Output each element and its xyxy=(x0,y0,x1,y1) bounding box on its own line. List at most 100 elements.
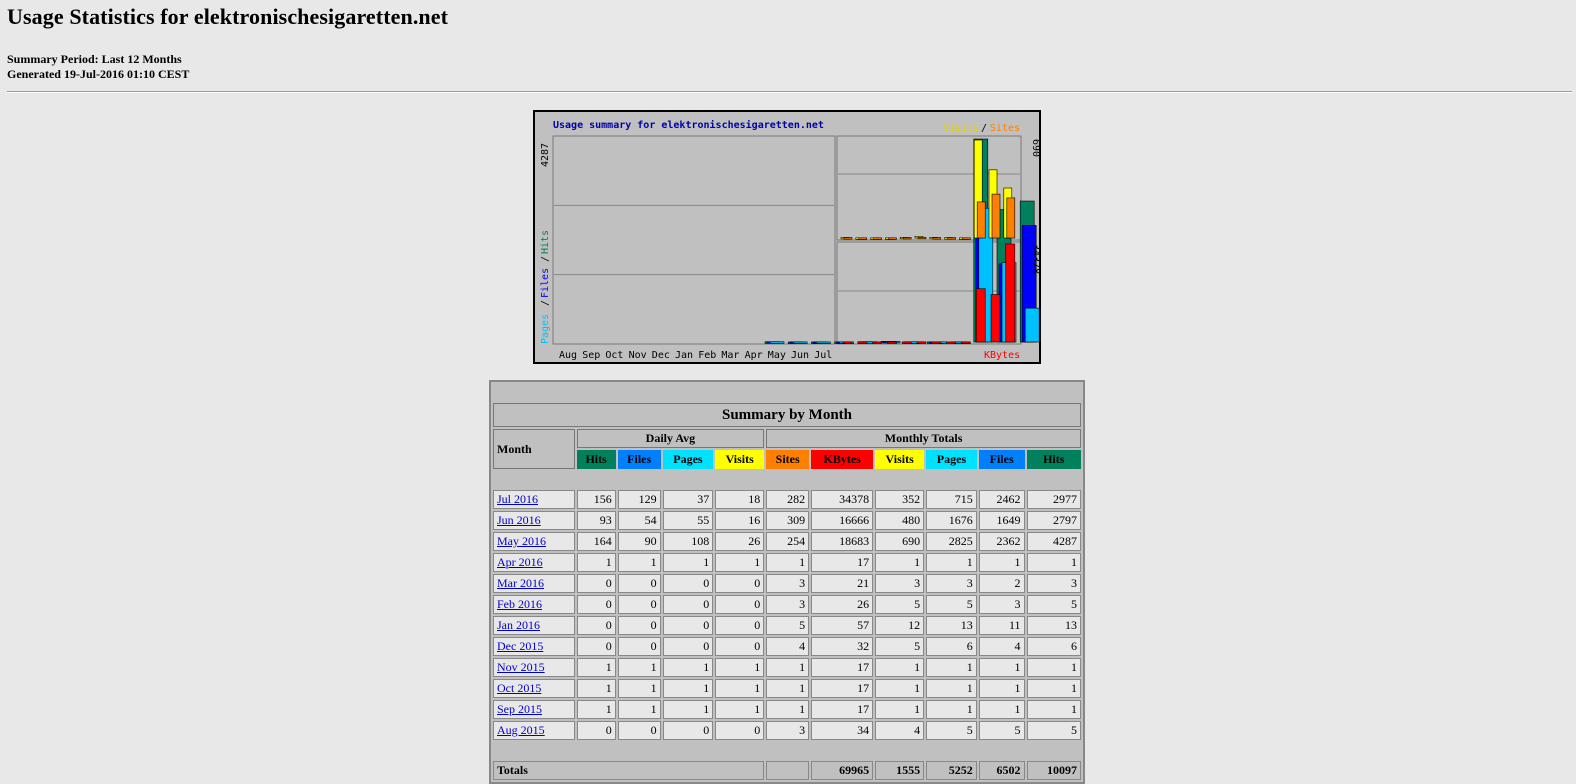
value-cell: 0 xyxy=(617,616,661,635)
month-link[interactable]: Dec 2015 xyxy=(497,639,543,653)
value-cell: 2 xyxy=(978,574,1025,593)
month-link[interactable]: Aug 2015 xyxy=(497,723,545,737)
value-cell: 1 xyxy=(978,658,1025,677)
column-header-pages: Pages xyxy=(662,450,714,469)
value-cell: 1 xyxy=(617,553,661,572)
month-label: Jul xyxy=(814,350,832,361)
value-cell: 34378 xyxy=(811,490,874,509)
value-cell: 1 xyxy=(926,700,977,719)
summary-period: Summary Period: Last 12 Months xyxy=(7,52,182,66)
kbytes-bar xyxy=(857,341,868,344)
generated-date: Generated 19-Jul-2016 01:10 CEST xyxy=(7,67,190,81)
month-link[interactable]: May 2016 xyxy=(497,534,546,548)
sites-bar xyxy=(843,237,853,240)
value-cell: 1649 xyxy=(978,511,1025,530)
value-cell: 1 xyxy=(576,700,616,719)
value-cell: 13 xyxy=(1026,616,1081,635)
month-cell: Jan 2016 xyxy=(493,616,575,635)
value-cell: 0 xyxy=(576,574,616,593)
month-cell: Sep 2015 xyxy=(493,700,575,719)
sites-bar xyxy=(873,237,882,240)
month-link[interactable]: Jul 2016 xyxy=(497,492,538,506)
value-cell: 1 xyxy=(1026,679,1081,698)
value-cell: 1 xyxy=(576,658,616,677)
value-cell: 1 xyxy=(576,679,616,698)
value-cell: 5 xyxy=(875,637,925,656)
value-cell: 2797 xyxy=(1026,511,1081,530)
value-cell: 1 xyxy=(766,553,810,572)
value-cell: 282 xyxy=(766,490,810,509)
totals-row: Totals 69965 1555 5252 6502 10097 xyxy=(493,761,1081,780)
value-cell: 0 xyxy=(576,637,616,656)
month-link[interactable]: Feb 2016 xyxy=(497,597,542,611)
month-link[interactable]: Sep 2015 xyxy=(497,702,542,716)
value-cell: 0 xyxy=(576,616,616,635)
totals-value: 69965 xyxy=(811,761,874,780)
totals-value: 1555 xyxy=(875,761,925,780)
value-cell: 156 xyxy=(576,490,616,509)
graph-title: Usage summary for elektronischesigarette… xyxy=(553,119,824,131)
legend-visits: Visits xyxy=(943,123,979,134)
kbytes-bar xyxy=(946,341,956,344)
axis-label-pages: Pages xyxy=(540,314,551,344)
value-cell: 54 xyxy=(617,511,661,530)
value-cell: 1 xyxy=(766,658,810,677)
month-link[interactable]: Jan 2016 xyxy=(497,618,540,632)
totals-label: Totals xyxy=(493,761,765,780)
value-cell: 6 xyxy=(926,637,977,656)
hits-panel xyxy=(552,135,836,345)
sites-bar xyxy=(858,237,868,240)
value-cell: 3 xyxy=(766,595,810,614)
kbytes-bar xyxy=(931,341,942,344)
value-cell: 1 xyxy=(1026,700,1081,719)
axis-max-kbytes: 34378 xyxy=(1030,244,1039,274)
value-cell: 1 xyxy=(617,700,661,719)
column-header-kbytes: KBytes xyxy=(811,450,874,469)
value-cell: 93 xyxy=(576,511,616,530)
value-cell: 6 xyxy=(1026,637,1081,656)
table-row: Jul 2016 156 129 37 18 282 34378 352 715 2462 2977 xyxy=(493,490,1081,509)
value-cell: 1 xyxy=(662,700,714,719)
value-cell: 1 xyxy=(926,658,977,677)
value-cell: 0 xyxy=(715,574,765,593)
sites-bar xyxy=(1006,197,1016,239)
month-link[interactable]: Mar 2016 xyxy=(497,576,544,590)
sites-bar xyxy=(932,237,942,240)
month-link[interactable]: Jun 2016 xyxy=(497,513,541,527)
column-header-hits: Hits xyxy=(576,450,616,469)
table-row: Mar 2016 0 0 0 0 3 21 3 3 2 3 xyxy=(493,574,1081,593)
daily-avg-header: Daily Avg xyxy=(576,429,765,448)
table-row: Aug 2015 0 0 0 0 3 34 4 5 5 5 xyxy=(493,721,1081,740)
value-cell: 3 xyxy=(1026,574,1081,593)
value-cell: 1 xyxy=(875,553,925,572)
month-cell: Mar 2016 xyxy=(493,574,575,593)
value-cell: 2825 xyxy=(926,532,977,551)
value-cell: 18 xyxy=(715,490,765,509)
value-cell: 5 xyxy=(875,595,925,614)
value-cell: 5 xyxy=(1026,595,1081,614)
value-cell: 0 xyxy=(576,721,616,740)
month-link[interactable]: Oct 2015 xyxy=(497,681,541,695)
value-cell: 55 xyxy=(662,511,714,530)
value-cell: 1 xyxy=(715,679,765,698)
month-link[interactable]: Apr 2016 xyxy=(497,555,543,569)
value-cell: 1 xyxy=(978,553,1025,572)
value-cell: 1 xyxy=(766,679,810,698)
month-label: Feb xyxy=(698,350,716,361)
month-link[interactable]: Nov 2015 xyxy=(497,660,545,674)
axis-max-visits: 690 xyxy=(1030,139,1039,157)
axis-label-hits: Hits xyxy=(540,230,551,254)
totals-blank xyxy=(766,761,810,780)
month-label: Jun xyxy=(791,350,809,361)
value-cell: 17 xyxy=(811,658,874,677)
column-header-hits: Hits xyxy=(1026,450,1081,469)
value-cell: 5 xyxy=(978,721,1025,740)
page-title: Usage Statistics for elektronischesigare… xyxy=(7,4,449,29)
value-cell: 4287 xyxy=(1026,532,1081,551)
value-cell: 17 xyxy=(811,679,874,698)
value-cell: 0 xyxy=(715,721,765,740)
table-row: Sep 2015 1 1 1 1 1 17 1 1 1 1 xyxy=(493,700,1081,719)
value-cell: 0 xyxy=(617,721,661,740)
value-cell: 2977 xyxy=(1026,490,1081,509)
sites-bar xyxy=(902,237,912,240)
